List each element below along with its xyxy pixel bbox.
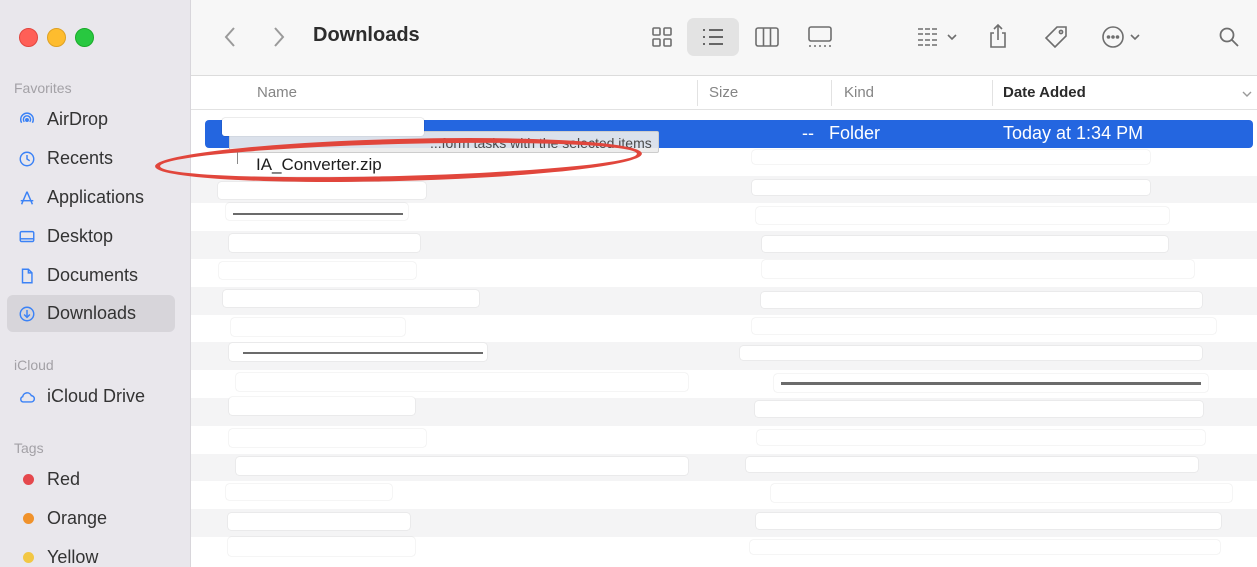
- search-icon: [1219, 27, 1239, 47]
- applications-icon: [17, 188, 37, 208]
- forward-button[interactable]: [266, 24, 292, 50]
- sidebar-item-label: Red: [47, 469, 81, 489]
- airdrop-icon: [17, 110, 37, 130]
- sidebar-item-label: Desktop: [47, 226, 114, 246]
- more-icon: [1102, 26, 1124, 48]
- column-name[interactable]: Name: [257, 84, 297, 101]
- chevron-down-icon: [946, 34, 957, 41]
- sidebar-item-label: Recents: [47, 148, 114, 168]
- yellow-tag-icon: [17, 548, 37, 567]
- sidebar-item-label: iCloud Drive: [47, 386, 146, 406]
- clock-icon: [17, 149, 37, 169]
- sidebar-item-label: Downloads: [47, 303, 137, 323]
- column-separator[interactable]: [992, 80, 993, 106]
- sidebar-section-icloud: iCloud: [14, 357, 54, 373]
- search-button[interactable]: [1215, 22, 1243, 52]
- share-button[interactable]: [984, 18, 1012, 54]
- window-controls: [19, 28, 94, 47]
- disclosure-chevron-icon[interactable]: ›: [197, 124, 202, 140]
- close-window-button[interactable]: [19, 28, 38, 47]
- minimize-window-button[interactable]: [47, 28, 66, 47]
- back-button[interactable]: [217, 24, 243, 50]
- download-icon: [17, 304, 37, 324]
- list-view-icon: [703, 29, 723, 45]
- sidebar-item-documents[interactable]: Documents: [7, 257, 175, 294]
- row-kind: Folder: [829, 123, 881, 143]
- column-kind[interactable]: Kind: [844, 84, 874, 101]
- sidebar-item-label: Orange: [47, 508, 108, 528]
- sidebar-tag-yellow[interactable]: Yellow: [7, 539, 175, 567]
- group-by-button[interactable]: [907, 20, 965, 54]
- sidebar-item-icloud-drive[interactable]: iCloud Drive: [7, 378, 175, 415]
- sidebar-item-label: AirDrop: [47, 109, 109, 129]
- chevron-left-icon: [224, 27, 235, 47]
- sidebar-item-label: Yellow: [47, 547, 99, 567]
- tag-button[interactable]: [1040, 20, 1072, 54]
- tag-icon: [1044, 26, 1067, 49]
- sidebar-item-airdrop[interactable]: AirDrop: [7, 101, 175, 138]
- list-view-button[interactable]: [687, 18, 739, 56]
- sidebar-item-desktop[interactable]: Desktop: [7, 218, 175, 255]
- maximize-window-button[interactable]: [75, 28, 94, 47]
- icon-view-icon: [652, 27, 672, 47]
- row-size: --: [802, 123, 814, 143]
- column-separator[interactable]: [697, 80, 698, 106]
- column-view-button[interactable]: [751, 20, 783, 54]
- finder-window: Favorites AirDrop Recents Applications D…: [0, 0, 1257, 567]
- group-icon: [917, 28, 937, 46]
- chevron-right-icon: [274, 27, 285, 47]
- sidebar-tag-red[interactable]: Red: [7, 461, 175, 498]
- column-date-added[interactable]: Date Added: [1003, 84, 1086, 101]
- sidebar-section-tags: Tags: [14, 440, 44, 456]
- column-view-icon: [755, 27, 779, 47]
- column-separator[interactable]: [831, 80, 832, 106]
- cloud-icon: [17, 387, 37, 407]
- sidebar: Favorites AirDrop Recents Applications D…: [0, 0, 191, 567]
- document-icon: [17, 266, 37, 286]
- desktop-icon: [17, 227, 37, 247]
- sidebar-item-applications[interactable]: Applications: [7, 179, 175, 216]
- gallery-view-icon: [808, 26, 832, 47]
- chevron-down-icon: [1130, 34, 1140, 41]
- more-actions-button[interactable]: [1096, 20, 1146, 54]
- sidebar-item-label: Documents: [47, 265, 139, 285]
- sidebar-section-favorites: Favorites: [14, 80, 72, 96]
- sidebar-item-downloads[interactable]: Downloads: [7, 295, 175, 332]
- gallery-view-button[interactable]: [803, 20, 837, 54]
- row-date-added: Today at 1:34 PM: [1003, 123, 1144, 143]
- icon-view-button[interactable]: [646, 20, 678, 54]
- red-tag-icon: [17, 470, 37, 490]
- share-icon: [990, 23, 1006, 48]
- toolbar: Downloads: [191, 0, 1257, 76]
- window-title: Downloads: [313, 24, 420, 46]
- sidebar-item-label: Applications: [47, 187, 145, 207]
- column-size[interactable]: Size: [709, 84, 738, 101]
- sidebar-tag-orange[interactable]: Orange: [7, 500, 175, 537]
- sidebar-item-recents[interactable]: Recents: [7, 140, 175, 177]
- column-header: Name Size Kind Date Added: [191, 76, 1257, 110]
- orange-tag-icon: [17, 509, 37, 529]
- redaction-patch: [222, 118, 424, 136]
- chevron-down-icon[interactable]: [1241, 89, 1253, 99]
